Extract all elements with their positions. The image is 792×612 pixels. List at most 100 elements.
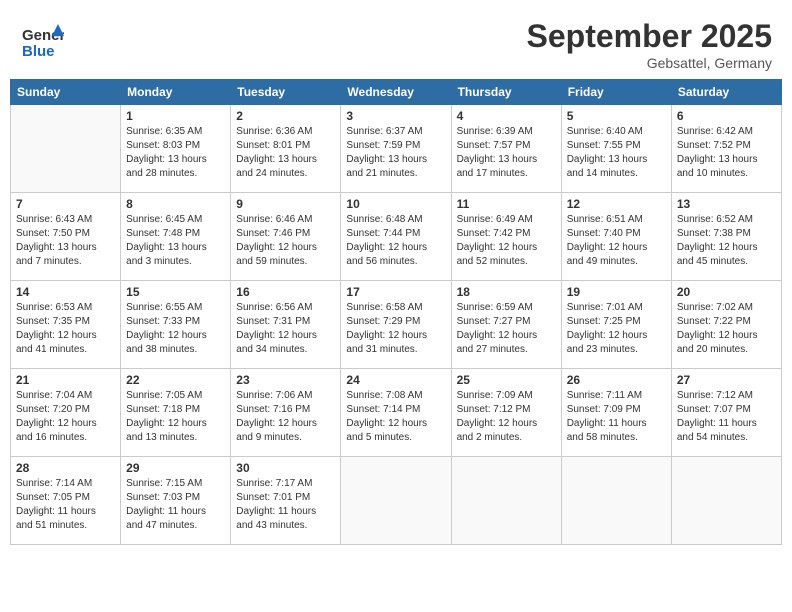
day-info: Sunrise: 7:04 AMSunset: 7:20 PMDaylight:…	[16, 389, 115, 445]
day-number: 16	[236, 285, 335, 299]
calendar-cell: 19 Sunrise: 7:01 AMSunset: 7:25 PMDayligh…	[561, 281, 671, 369]
col-header-saturday: Saturday	[671, 80, 781, 105]
day-number: 17	[346, 285, 445, 299]
day-info: Sunrise: 7:09 AMSunset: 7:12 PMDaylight:…	[457, 389, 556, 445]
location: Gebsattel, Germany	[527, 55, 772, 71]
day-number: 23	[236, 373, 335, 387]
calendar-cell: 28 Sunrise: 7:14 AMSunset: 7:05 PMDayligh…	[11, 457, 121, 545]
calendar-cell: 24 Sunrise: 7:08 AMSunset: 7:14 PMDayligh…	[341, 369, 451, 457]
day-number: 1	[126, 109, 225, 123]
day-number: 28	[16, 461, 115, 475]
day-number: 19	[567, 285, 666, 299]
day-number: 6	[677, 109, 776, 123]
calendar-cell: 14 Sunrise: 6:53 AMSunset: 7:35 PMDayligh…	[11, 281, 121, 369]
calendar-cell	[341, 457, 451, 545]
day-info: Sunrise: 7:01 AMSunset: 7:25 PMDaylight:…	[567, 301, 666, 357]
day-info: Sunrise: 6:37 AMSunset: 7:59 PMDaylight:…	[346, 125, 445, 181]
calendar-week-4: 21Sunrise: 7:04 AMSunset: 7:20 PMDayligh…	[11, 369, 782, 457]
calendar-cell: 18Sunrise: 6:59 AMSunset: 7:27 PMDayligh…	[451, 281, 561, 369]
col-header-monday: Monday	[121, 80, 231, 105]
day-info: Sunrise: 7:17 AMSunset: 7:01 PMDaylight:…	[236, 477, 335, 533]
calendar-cell: 16 Sunrise: 6:56 AMSunset: 7:31 PMDayligh…	[231, 281, 341, 369]
page-header: General Blue September 2025 Gebsattel, G…	[10, 10, 782, 75]
calendar-cell: 5 Sunrise: 6:40 AMSunset: 7:55 PMDaylight…	[561, 105, 671, 193]
calendar-cell: 21Sunrise: 7:04 AMSunset: 7:20 PMDayligh…	[11, 369, 121, 457]
col-header-thursday: Thursday	[451, 80, 561, 105]
day-number: 4	[457, 109, 556, 123]
day-info: Sunrise: 6:49 AMSunset: 7:42 PMDaylight:…	[457, 213, 556, 269]
day-info: Sunrise: 7:11 AMSunset: 7:09 PMDaylight:…	[567, 389, 666, 445]
day-number: 29	[126, 461, 225, 475]
day-info: Sunrise: 6:52 AMSunset: 7:38 PMDaylight:…	[677, 213, 776, 269]
calendar-cell: 11 Sunrise: 6:49 AMSunset: 7:42 PMDayligh…	[451, 193, 561, 281]
calendar-week-1: 1 Sunrise: 6:35 AMSunset: 8:03 PMDaylight…	[11, 105, 782, 193]
day-info: Sunrise: 6:53 AMSunset: 7:35 PMDaylight:…	[16, 301, 115, 357]
day-info: Sunrise: 7:08 AMSunset: 7:14 PMDaylight:…	[346, 389, 445, 445]
day-number: 13	[677, 197, 776, 211]
day-number: 24	[346, 373, 445, 387]
calendar-table: SundayMondayTuesdayWednesdayThursdayFrid…	[10, 79, 782, 545]
day-info: Sunrise: 6:58 AMSunset: 7:29 PMDaylight:…	[346, 301, 445, 357]
day-info: Sunrise: 6:36 AMSunset: 8:01 PMDaylight:…	[236, 125, 335, 181]
calendar-cell	[561, 457, 671, 545]
day-number: 30	[236, 461, 335, 475]
calendar-week-3: 14 Sunrise: 6:53 AMSunset: 7:35 PMDayligh…	[11, 281, 782, 369]
calendar-cell: 10Sunrise: 6:48 AMSunset: 7:44 PMDayligh…	[341, 193, 451, 281]
day-number: 7	[16, 197, 115, 211]
calendar-cell: 23 Sunrise: 7:06 AMSunset: 7:16 PMDayligh…	[231, 369, 341, 457]
calendar-cell: 30 Sunrise: 7:17 AMSunset: 7:01 PMDayligh…	[231, 457, 341, 545]
day-number: 11	[457, 197, 556, 211]
day-number: 26	[567, 373, 666, 387]
calendar-week-2: 7 Sunrise: 6:43 AMSunset: 7:50 PMDaylight…	[11, 193, 782, 281]
day-info: Sunrise: 6:43 AMSunset: 7:50 PMDaylight:…	[16, 213, 115, 269]
title-block: September 2025 Gebsattel, Germany	[527, 18, 772, 71]
day-number: 22	[126, 373, 225, 387]
calendar-cell: 9Sunrise: 6:46 AMSunset: 7:46 PMDaylight…	[231, 193, 341, 281]
day-number: 3	[346, 109, 445, 123]
day-number: 10	[346, 197, 445, 211]
day-number: 14	[16, 285, 115, 299]
day-number: 12	[567, 197, 666, 211]
day-info: Sunrise: 7:06 AMSunset: 7:16 PMDaylight:…	[236, 389, 335, 445]
day-number: 8	[126, 197, 225, 211]
calendar-cell: 27 Sunrise: 7:12 AMSunset: 7:07 PMDayligh…	[671, 369, 781, 457]
calendar-cell: 15Sunrise: 6:55 AMSunset: 7:33 PMDayligh…	[121, 281, 231, 369]
calendar-cell: 2 Sunrise: 6:36 AMSunset: 8:01 PMDaylight…	[231, 105, 341, 193]
day-number: 27	[677, 373, 776, 387]
day-info: Sunrise: 6:56 AMSunset: 7:31 PMDaylight:…	[236, 301, 335, 357]
calendar-week-5: 28 Sunrise: 7:14 AMSunset: 7:05 PMDayligh…	[11, 457, 782, 545]
calendar-cell	[671, 457, 781, 545]
day-info: Sunrise: 7:15 AMSunset: 7:03 PMDaylight:…	[126, 477, 225, 533]
day-info: Sunrise: 6:45 AMSunset: 7:48 PMDaylight:…	[126, 213, 225, 269]
logo: General Blue	[20, 18, 64, 62]
day-info: Sunrise: 6:35 AMSunset: 8:03 PMDaylight:…	[126, 125, 225, 181]
calendar-cell: 7 Sunrise: 6:43 AMSunset: 7:50 PMDaylight…	[11, 193, 121, 281]
day-info: Sunrise: 7:05 AMSunset: 7:18 PMDaylight:…	[126, 389, 225, 445]
logo-icon: General Blue	[20, 18, 64, 62]
day-number: 20	[677, 285, 776, 299]
day-info: Sunrise: 6:40 AMSunset: 7:55 PMDaylight:…	[567, 125, 666, 181]
day-number: 2	[236, 109, 335, 123]
day-info: Sunrise: 6:46 AMSunset: 7:46 PMDaylight:…	[236, 213, 335, 269]
calendar-cell: 20Sunrise: 7:02 AMSunset: 7:22 PMDayligh…	[671, 281, 781, 369]
day-number: 5	[567, 109, 666, 123]
calendar-cell: 26 Sunrise: 7:11 AMSunset: 7:09 PMDayligh…	[561, 369, 671, 457]
calendar-cell: 3 Sunrise: 6:37 AMSunset: 7:59 PMDaylight…	[341, 105, 451, 193]
calendar-cell: 17 Sunrise: 6:58 AMSunset: 7:29 PMDayligh…	[341, 281, 451, 369]
col-header-sunday: Sunday	[11, 80, 121, 105]
calendar-header-row: SundayMondayTuesdayWednesdayThursdayFrid…	[11, 80, 782, 105]
calendar-cell: 6 Sunrise: 6:42 AMSunset: 7:52 PMDaylight…	[671, 105, 781, 193]
day-info: Sunrise: 7:14 AMSunset: 7:05 PMDaylight:…	[16, 477, 115, 533]
calendar-cell: 1 Sunrise: 6:35 AMSunset: 8:03 PMDaylight…	[121, 105, 231, 193]
calendar-cell	[11, 105, 121, 193]
calendar-cell: 13 Sunrise: 6:52 AMSunset: 7:38 PMDayligh…	[671, 193, 781, 281]
col-header-tuesday: Tuesday	[231, 80, 341, 105]
calendar-cell: 22 Sunrise: 7:05 AMSunset: 7:18 PMDayligh…	[121, 369, 231, 457]
day-info: Sunrise: 6:59 AMSunset: 7:27 PMDaylight:…	[457, 301, 556, 357]
day-number: 25	[457, 373, 556, 387]
calendar-cell: 4Sunrise: 6:39 AMSunset: 7:57 PMDaylight…	[451, 105, 561, 193]
day-info: Sunrise: 7:12 AMSunset: 7:07 PMDaylight:…	[677, 389, 776, 445]
svg-text:Blue: Blue	[22, 43, 55, 60]
day-info: Sunrise: 6:42 AMSunset: 7:52 PMDaylight:…	[677, 125, 776, 181]
calendar-cell: 8 Sunrise: 6:45 AMSunset: 7:48 PMDaylight…	[121, 193, 231, 281]
